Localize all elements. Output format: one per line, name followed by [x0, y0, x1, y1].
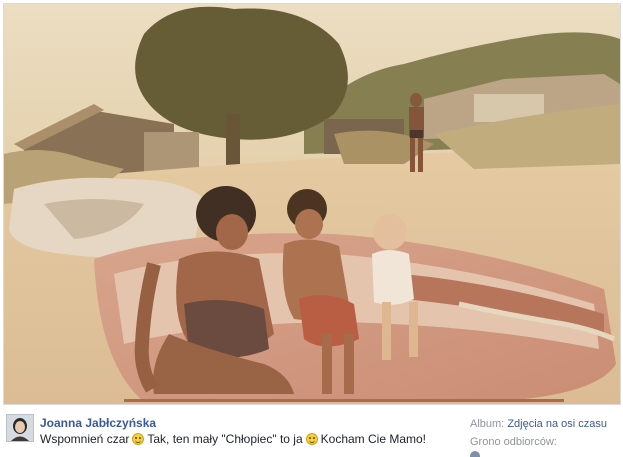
message-text-2: Tak, ten mały "Chłopiec" to ja	[147, 431, 303, 446]
album-info: Album: Zdjęcia na osi czasu	[470, 418, 607, 430]
smiley-icon	[305, 432, 318, 445]
message-text-3: Kocham Cie Mamo!	[320, 431, 427, 446]
author-avatar-icon	[7, 415, 33, 441]
smiley-icon	[132, 432, 145, 445]
post-photo[interactable]	[3, 3, 621, 405]
audience-icon[interactable]	[470, 451, 480, 457]
photo-caption: Joanna Jabłczyńska Wspomnień czar Tak, te…	[0, 404, 623, 457]
album-link[interactable]: Zdjęcia na osi czasu	[507, 418, 607, 430]
audience-label: Grono odbiorców:	[470, 436, 557, 448]
album-prefix: Album:	[470, 418, 505, 430]
author-avatar[interactable]	[6, 414, 34, 442]
beach-photo-image	[4, 4, 620, 404]
author-name-link[interactable]: Joanna Jabłczyńska	[40, 416, 156, 430]
message-text-1: Wspomnień czar	[40, 431, 130, 446]
post-message: Wspomnień czar Tak, ten mały "Chłopiec" t…	[40, 431, 426, 446]
